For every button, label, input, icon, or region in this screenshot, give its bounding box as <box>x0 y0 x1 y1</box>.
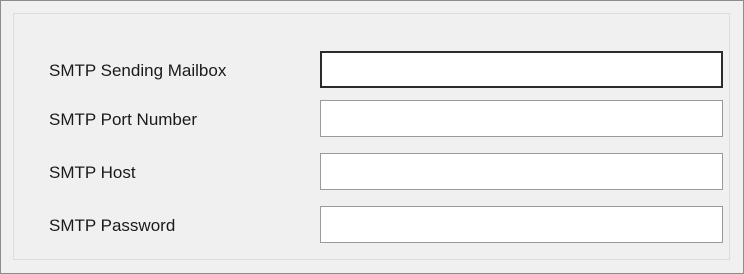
smtp-password-row: SMTP Password <box>14 206 729 246</box>
smtp-password-input[interactable] <box>320 206 723 243</box>
smtp-sending-mailbox-row: SMTP Sending Mailbox <box>14 51 729 91</box>
smtp-settings-group: SMTP Sending Mailbox SMTP Port Number SM… <box>13 13 730 260</box>
smtp-sending-mailbox-input[interactable] <box>320 51 723 88</box>
smtp-host-label: SMTP Host <box>49 163 136 182</box>
smtp-host-row: SMTP Host <box>14 153 729 193</box>
window-frame: SMTP Sending Mailbox SMTP Port Number SM… <box>0 0 744 274</box>
smtp-sending-mailbox-label: SMTP Sending Mailbox <box>49 61 227 80</box>
smtp-password-label: SMTP Password <box>49 216 176 235</box>
smtp-port-number-row: SMTP Port Number <box>14 100 729 140</box>
smtp-port-number-input[interactable] <box>320 100 723 137</box>
smtp-host-input[interactable] <box>320 153 723 190</box>
smtp-port-number-label: SMTP Port Number <box>49 110 198 129</box>
